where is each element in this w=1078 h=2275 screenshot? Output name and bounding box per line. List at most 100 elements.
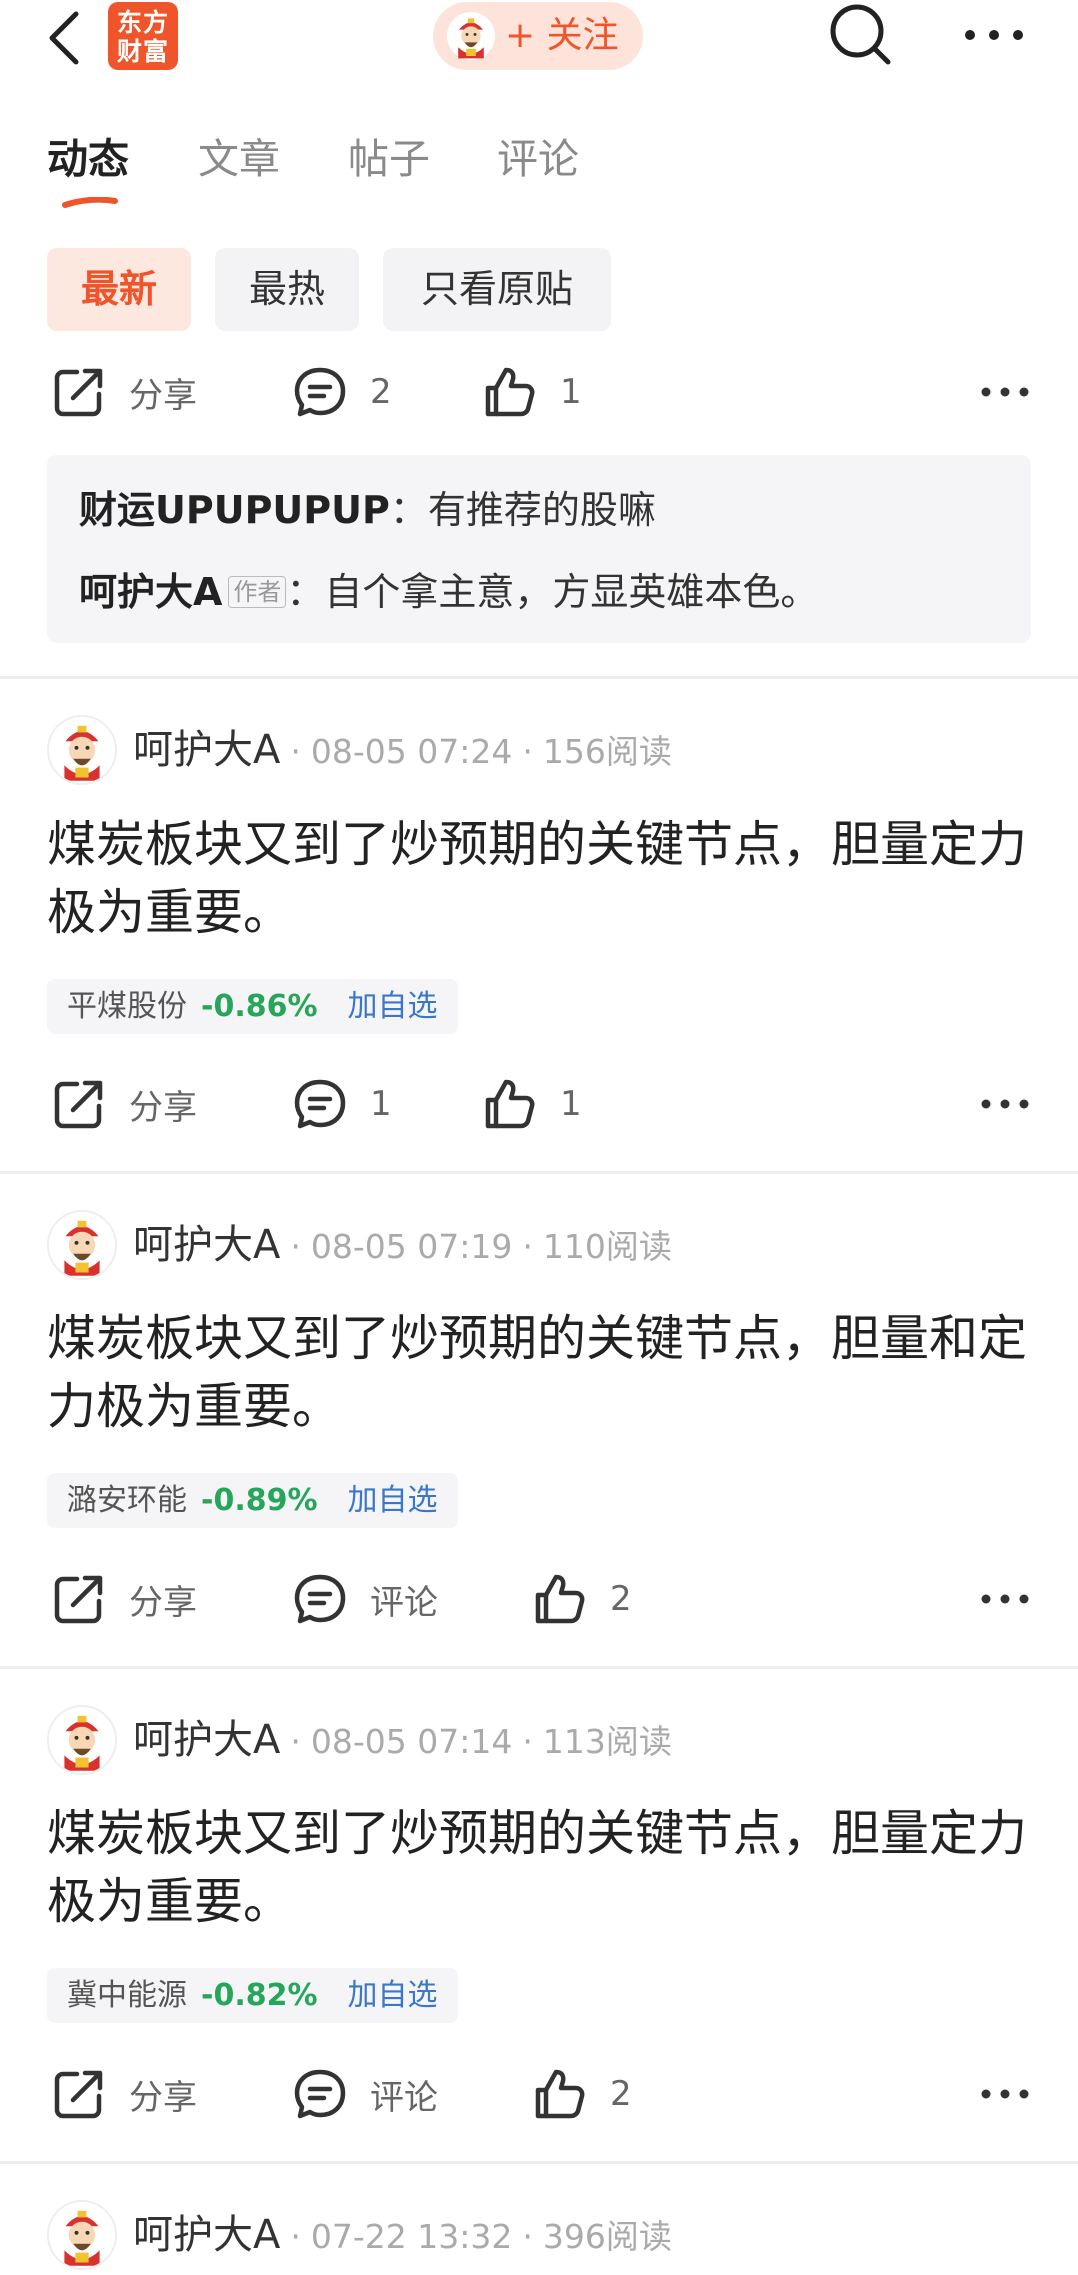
share-icon	[51, 364, 107, 420]
comment-icon	[292, 1571, 348, 1627]
filter-hottest[interactable]: 最热	[215, 248, 359, 331]
share-button[interactable]: 分享	[51, 352, 197, 432]
filter-latest[interactable]: 最新	[47, 248, 191, 331]
comment-user[interactable]: 财运UPUPUPUP	[79, 488, 390, 532]
stock-tag[interactable]: 平煤股份 -0.86% 加自选	[47, 979, 458, 1034]
avatar[interactable]	[47, 2200, 117, 2270]
stock-name: 平煤股份	[67, 989, 187, 1024]
comment-button[interactable]: 2	[292, 352, 392, 432]
post-header: 呵护大A · 07-22 13:32 · 396阅读	[0, 2200, 1078, 2270]
more-options-icon[interactable]	[980, 1098, 1030, 1110]
stock-name: 冀中能源	[67, 1978, 187, 2013]
post-actions: 分享 2 1	[0, 352, 1078, 432]
comment-button[interactable]: 评论	[292, 1559, 438, 1639]
comment-count: 1	[370, 1084, 392, 1124]
more-options-icon[interactable]	[980, 2088, 1030, 2100]
post-actions: 分享 评论 2	[0, 2054, 1078, 2134]
post-header: 呵护大A · 08-05 07:14 · 113阅读	[0, 1705, 1078, 1775]
read-count: 156阅读	[542, 732, 672, 771]
tab-posts[interactable]: 帖子	[348, 125, 430, 185]
more-options-icon[interactable]	[980, 1593, 1030, 1605]
filter-original-only[interactable]: 只看原贴	[383, 248, 611, 331]
back-arrow-icon[interactable]	[40, 8, 90, 68]
share-label: 分享	[129, 2077, 197, 2118]
avatar[interactable]	[47, 1210, 117, 1280]
like-count: 1	[560, 372, 582, 412]
divider	[0, 2161, 1078, 2164]
comment-icon	[292, 1076, 348, 1132]
post-username[interactable]: 呵护大A	[133, 727, 280, 773]
post-header: 呵护大A · 08-05 07:19 · 110阅读	[0, 1210, 1078, 1280]
like-count: 1	[560, 1084, 582, 1124]
thumbs-up-icon	[482, 1076, 538, 1132]
author-badge: 作者	[228, 576, 287, 608]
share-icon	[51, 1571, 107, 1627]
post-meta: 呵护大A · 08-05 07:24 · 156阅读	[133, 727, 672, 773]
post-meta: 呵护大A · 07-22 13:32 · 396阅读	[133, 2212, 672, 2258]
thumbs-up-icon	[482, 364, 538, 420]
avatar	[447, 12, 495, 60]
like-count: 2	[610, 2074, 632, 2114]
post-text[interactable]: 煤炭板块又到了炒预期的关键节点，胆量定力极为重要。	[47, 1800, 1037, 1936]
app-logo[interactable]: 东方 财富	[108, 2, 178, 70]
thumbs-up-icon	[532, 2066, 588, 2122]
comment-user[interactable]: 呵护大A	[79, 570, 222, 614]
more-options-icon[interactable]	[980, 386, 1030, 398]
stock-tag[interactable]: 潞安环能 -0.89% 加自选	[47, 1473, 458, 1528]
like-button[interactable]: 1	[482, 1064, 582, 1144]
post-text[interactable]: 煤炭板块又到了炒预期的关键节点，胆量定力极为重要。	[47, 811, 1037, 947]
tab-comments[interactable]: 评论	[497, 125, 579, 185]
post-username[interactable]: 呵护大A	[133, 2212, 280, 2258]
active-tab-indicator	[62, 197, 118, 208]
post-meta: 呵护大A · 08-05 07:14 · 113阅读	[133, 1717, 672, 1763]
tab-dynamic[interactable]: 动态	[47, 125, 129, 185]
share-button[interactable]: 分享	[51, 1559, 197, 1639]
read-count: 110阅读	[542, 1227, 672, 1266]
tab-articles[interactable]: 文章	[198, 125, 280, 185]
stock-change: -0.86%	[201, 989, 318, 1024]
comment-button[interactable]: 1	[292, 1064, 392, 1144]
post-username[interactable]: 呵护大A	[133, 1717, 280, 1763]
add-watchlist-button[interactable]: 加自选	[348, 989, 438, 1024]
comment-label: 评论	[370, 2077, 438, 2118]
post-time: 07-22 13:32	[310, 2217, 513, 2256]
post-actions: 分享 1 1	[0, 1064, 1078, 1144]
like-count: 2	[610, 1579, 632, 1619]
follow-button[interactable]: + 关注	[433, 2, 643, 70]
top-bar: 东方 财富 + 关注	[0, 0, 1078, 80]
comment-icon	[292, 2066, 348, 2122]
avatar[interactable]	[47, 1705, 117, 1775]
search-icon[interactable]	[826, 0, 896, 70]
post-username[interactable]: 呵护大A	[133, 1222, 280, 1268]
post-text[interactable]: 煤炭板块又到了炒预期的关键节点，胆量和定力极为重要。	[47, 1305, 1037, 1441]
add-watchlist-button[interactable]: 加自选	[348, 1978, 438, 2013]
like-button[interactable]: 2	[532, 1559, 632, 1639]
share-label: 分享	[129, 1582, 197, 1623]
stock-change: -0.82%	[201, 1978, 318, 2013]
avatar[interactable]	[47, 715, 117, 785]
stock-change: -0.89%	[201, 1483, 318, 1518]
comment-line-1: 财运UPUPUPUP：有推荐的股嘛	[79, 479, 656, 534]
follow-label: + 关注	[505, 15, 619, 56]
post-meta: 呵护大A · 08-05 07:19 · 110阅读	[133, 1222, 672, 1268]
comment-line-2: 呵护大A 作者 ：自个拿主意，方显英雄本色。	[79, 561, 818, 616]
like-button[interactable]: 2	[532, 2054, 632, 2134]
share-icon	[51, 1076, 107, 1132]
comment-count: 2	[370, 372, 392, 412]
divider	[0, 1171, 1078, 1174]
comment-button[interactable]: 评论	[292, 2054, 438, 2134]
share-button[interactable]: 分享	[51, 2054, 197, 2134]
read-count: 113阅读	[542, 1722, 672, 1761]
like-button[interactable]: 1	[482, 352, 582, 432]
thumbs-up-icon	[532, 1571, 588, 1627]
post-time: 08-05 07:14	[310, 1722, 513, 1761]
comment-preview-box[interactable]: 财运UPUPUPUP：有推荐的股嘛 呵护大A 作者 ：自个拿主意，方显英雄本色。	[47, 455, 1031, 643]
stock-tag[interactable]: 冀中能源 -0.82% 加自选	[47, 1968, 458, 2023]
share-button[interactable]: 分享	[51, 1064, 197, 1144]
share-icon	[51, 2066, 107, 2122]
add-watchlist-button[interactable]: 加自选	[348, 1483, 438, 1518]
comment-text: ：有推荐的股嘛	[389, 488, 656, 532]
more-icon[interactable]	[962, 20, 1026, 50]
logo-text-line1: 东方	[116, 8, 169, 37]
logo-text-line2: 财富	[116, 37, 169, 66]
